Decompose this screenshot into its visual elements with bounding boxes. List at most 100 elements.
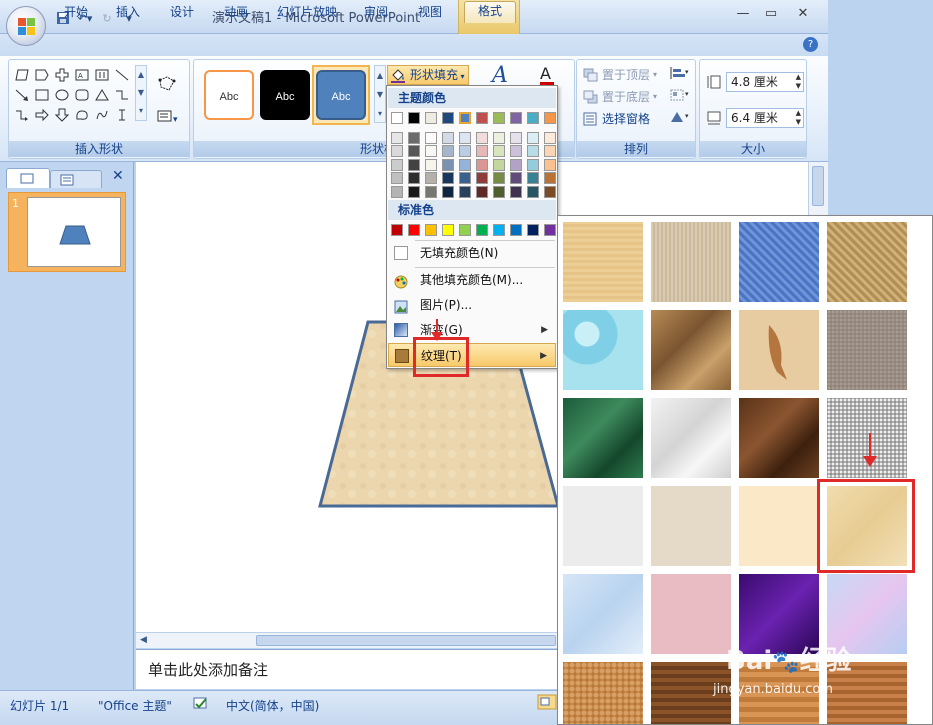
texture-paper-bag[interactable]	[651, 310, 731, 390]
theme-color-swatch[interactable]	[527, 172, 539, 184]
standard-color-swatch[interactable]	[459, 224, 471, 236]
theme-color-swatch[interactable]	[408, 172, 420, 184]
standard-color-swatch[interactable]	[510, 224, 522, 236]
theme-color-swatch[interactable]	[459, 131, 471, 144]
notes-placeholder[interactable]: 单击此处添加备注	[148, 659, 268, 680]
theme-color-swatch[interactable]	[527, 158, 539, 171]
shape-triangle-icon[interactable]	[93, 86, 111, 104]
texture-canvas[interactable]	[651, 222, 731, 302]
tab-design[interactable]: 设计	[164, 3, 200, 22]
shape-curve-icon[interactable]	[93, 106, 111, 124]
texture-recycled-paper[interactable]	[651, 486, 731, 566]
styles-gallery-scroll[interactable]: ▲ ▼ ▾	[374, 65, 386, 123]
texture-newsprint[interactable]	[563, 486, 643, 566]
theme-color-swatch[interactable]	[544, 145, 556, 157]
theme-color-swatch[interactable]	[527, 145, 539, 157]
theme-color-swatch[interactable]	[459, 145, 471, 157]
tab-animation[interactable]: 动画	[218, 3, 254, 22]
maximize-button[interactable]: ▭	[756, 4, 786, 24]
theme-color-swatch[interactable]	[527, 131, 539, 144]
theme-color-swatch[interactable]	[459, 158, 471, 171]
theme-color-swatch[interactable]	[544, 185, 556, 198]
theme-color-swatch[interactable]	[527, 112, 539, 124]
theme-color-swatch[interactable]	[442, 145, 454, 157]
send-to-back-button[interactable]: 置于底层 ▾	[583, 88, 657, 105]
minimize-button[interactable]: —	[728, 4, 758, 24]
standard-color-swatch[interactable]	[408, 224, 420, 236]
shape-elbow-connector-icon[interactable]	[113, 86, 131, 104]
theme-color-swatch[interactable]	[442, 158, 454, 171]
texture-blue-tissue[interactable]	[563, 574, 643, 654]
style-preview-orange-outline[interactable]: Abc	[204, 70, 254, 120]
shape-line-icon[interactable]	[113, 66, 131, 84]
theme-color-swatch[interactable]	[459, 185, 471, 198]
no-fill-item[interactable]: 无填充颜色(N)	[388, 241, 556, 265]
close-pane-icon[interactable]: ✕	[112, 168, 128, 186]
standard-color-swatch[interactable]	[527, 224, 539, 236]
theme-color-swatch[interactable]	[544, 158, 556, 171]
theme-color-swatch[interactable]	[476, 172, 488, 184]
shape-cross-icon[interactable]	[53, 66, 71, 84]
theme-color-swatch[interactable]	[425, 145, 437, 157]
theme-color-swatch[interactable]	[425, 112, 437, 124]
shape-down-arrow-icon[interactable]	[53, 106, 71, 124]
theme-color-swatch[interactable]	[425, 172, 437, 184]
texture-pink-tissue[interactable]	[651, 574, 731, 654]
more-fill-colors-item[interactable]: 其他填充颜色(M)...	[388, 268, 556, 292]
shapes-gallery-scroll[interactable]: ▲ ▼ ▾	[135, 65, 147, 121]
shape-rectangle-icon[interactable]	[13, 66, 31, 84]
tab-view[interactable]: 视图	[412, 3, 448, 22]
close-button[interactable]: ✕	[788, 4, 818, 24]
standard-color-swatch[interactable]	[493, 224, 505, 236]
texture-denim[interactable]	[739, 222, 819, 302]
office-button[interactable]	[6, 6, 46, 46]
theme-color-swatch[interactable]	[442, 131, 454, 144]
theme-color-swatch[interactable]	[391, 172, 403, 184]
standard-color-swatch[interactable]	[442, 224, 454, 236]
theme-color-swatch[interactable]	[510, 158, 522, 171]
texture-papyrus[interactable]	[563, 222, 643, 302]
standard-color-swatch[interactable]	[476, 224, 488, 236]
width-input[interactable]: 6.4 厘米 ▲ ▼	[726, 108, 804, 128]
tab-format[interactable]: 格式	[464, 1, 516, 23]
standard-color-swatch[interactable]	[425, 224, 437, 236]
edit-shape-icon[interactable]	[157, 75, 179, 95]
theme-color-swatch[interactable]	[476, 131, 488, 144]
theme-color-swatch[interactable]	[459, 112, 471, 124]
theme-color-swatch[interactable]	[391, 158, 403, 171]
theme-color-swatch[interactable]	[442, 172, 454, 184]
theme-color-swatch[interactable]	[391, 185, 403, 198]
theme-color-swatch[interactable]	[510, 185, 522, 198]
height-input[interactable]: 4.8 厘米 ▲ ▼	[726, 72, 804, 92]
texture-sand[interactable]	[827, 310, 907, 390]
texture-fish-fossil[interactable]	[739, 310, 819, 390]
theme-color-swatch[interactable]	[425, 158, 437, 171]
theme-color-swatch[interactable]	[493, 145, 505, 157]
tab-slides[interactable]	[6, 168, 50, 188]
shape-rect-icon[interactable]	[33, 86, 51, 104]
theme-color-swatch[interactable]	[544, 131, 556, 144]
shape-brace-icon[interactable]	[113, 106, 131, 124]
rotate-icon[interactable]: ▾	[669, 110, 691, 126]
texture-water-droplets[interactable]	[563, 310, 643, 390]
spellcheck-icon[interactable]	[192, 695, 210, 714]
height-spinner-icon[interactable]: ▲ ▼	[796, 73, 801, 91]
theme-color-swatch[interactable]	[493, 131, 505, 144]
shape-pentagon-icon[interactable]	[33, 66, 51, 84]
group-objects-icon[interactable]: ▾	[669, 88, 691, 104]
texture-brown-marble[interactable]	[739, 398, 819, 478]
shape-oval-icon[interactable]	[53, 86, 71, 104]
texture-green-marble[interactable]	[563, 398, 643, 478]
width-spinner-icon[interactable]: ▲ ▼	[796, 109, 801, 127]
style-preview-black[interactable]: Abc	[260, 70, 310, 120]
texture-parchment-light[interactable]	[739, 486, 819, 566]
theme-color-swatch[interactable]	[408, 145, 420, 157]
picture-fill-item[interactable]: 图片(P)...	[388, 293, 556, 317]
shape-textbox-icon[interactable]: A	[73, 66, 91, 84]
style-preview-blue[interactable]: Abc	[316, 70, 366, 120]
theme-color-swatch[interactable]	[510, 172, 522, 184]
theme-color-swatch[interactable]	[510, 145, 522, 157]
theme-color-swatch[interactable]	[527, 185, 539, 198]
theme-color-swatch[interactable]	[391, 112, 403, 124]
bring-to-front-button[interactable]: 置于顶层 ▾	[583, 66, 657, 83]
